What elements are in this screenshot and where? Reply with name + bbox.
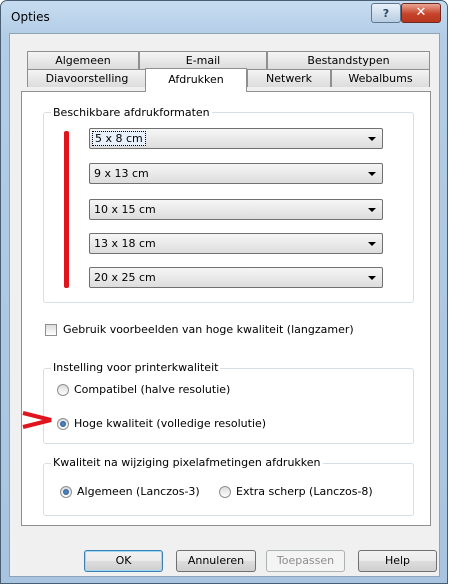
lanczos3-radio-label[interactable]: Algemeen (Lanczos-3): [77, 485, 200, 498]
apply-button: Toepassen: [266, 550, 345, 572]
printer-quality-label: Instelling voor printerkwaliteit: [51, 361, 221, 374]
chevron-down-icon: [368, 172, 376, 176]
ok-button[interactable]: OK: [84, 550, 163, 572]
question-mark-icon: ?: [382, 7, 390, 20]
window-title: Opties: [11, 10, 50, 24]
close-icon: ✕: [415, 5, 427, 20]
cancel-button[interactable]: Annuleren: [176, 550, 256, 572]
chevron-down-icon: [368, 208, 376, 212]
tab-diavoorstelling[interactable]: Diavoorstelling: [27, 69, 147, 87]
format-value: 9 x 13 cm: [94, 167, 149, 180]
format-value: 10 x 15 cm: [94, 203, 156, 216]
tab-afdrukken[interactable]: Afdrukken: [145, 68, 247, 92]
red-annotation-bar: [64, 131, 69, 288]
print-formats-label: Beschikbare afdrukformaten: [51, 106, 212, 119]
format-dropdown-1[interactable]: 5 x 8 cm: [89, 128, 383, 149]
chevron-down-icon: [368, 276, 376, 280]
help-titlebar-button[interactable]: ?: [371, 3, 401, 23]
resample-quality-label: Kwaliteit na wijziging pixelafmetingen a…: [51, 456, 323, 469]
red-arrow-icon: [22, 411, 52, 429]
close-button[interactable]: ✕: [401, 3, 441, 23]
printer-quality-group: [43, 368, 414, 444]
help-button[interactable]: Help: [358, 550, 437, 572]
format-dropdown-3[interactable]: 10 x 15 cm: [89, 199, 383, 220]
compatible-radio[interactable]: [57, 384, 69, 396]
format-value: 13 x 18 cm: [94, 237, 156, 250]
lanczos8-radio-label[interactable]: Extra scherp (Lanczos-8): [236, 485, 373, 498]
high-quality-radio[interactable]: [57, 418, 69, 430]
tab-webalbums[interactable]: Webalbums: [331, 69, 430, 87]
lanczos3-radio[interactable]: [60, 486, 72, 498]
hq-preview-label[interactable]: Gebruik voorbeelden van hoge kwaliteit (…: [63, 323, 354, 336]
tab-bestandstypen[interactable]: Bestandstypen: [267, 51, 430, 69]
format-value: 20 x 25 cm: [94, 271, 156, 284]
hq-preview-checkbox[interactable]: [45, 324, 57, 336]
chevron-down-icon: [368, 137, 376, 141]
lanczos8-radio[interactable]: [219, 486, 231, 498]
tab-algemeen[interactable]: Algemeen: [27, 51, 139, 69]
tab-netwerk[interactable]: Netwerk: [247, 69, 331, 87]
tab-email[interactable]: E-mail: [139, 51, 267, 69]
compatible-radio-label[interactable]: Compatibel (halve resolutie): [74, 383, 230, 396]
high-quality-radio-label[interactable]: Hoge kwaliteit (volledige resolutie): [74, 417, 266, 430]
format-dropdown-2[interactable]: 9 x 13 cm: [89, 163, 383, 184]
format-dropdown-5[interactable]: 20 x 25 cm: [89, 267, 383, 288]
format-dropdown-4[interactable]: 13 x 18 cm: [89, 233, 383, 254]
chevron-down-icon: [368, 242, 376, 246]
format-value: 5 x 8 cm: [92, 131, 146, 146]
